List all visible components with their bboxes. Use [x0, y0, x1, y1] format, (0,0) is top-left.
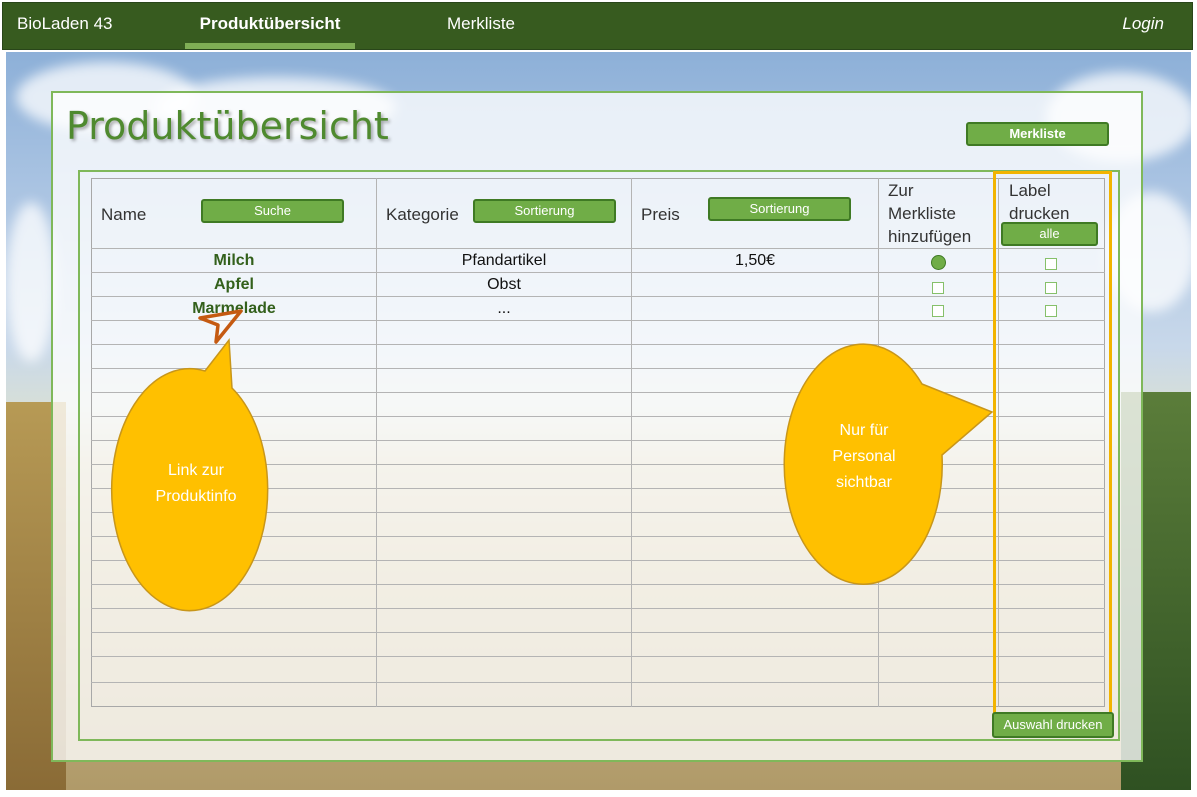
callout-line: Produktinfo	[155, 488, 237, 505]
callout-line: sichtbar	[835, 474, 893, 491]
callout-line: Link zur	[167, 462, 225, 479]
cursor-arrow-icon	[198, 309, 243, 344]
annotation-layer	[110, 309, 994, 612]
callout-line: Personal	[832, 448, 896, 465]
link-callout-text: Link zur Produktinfo	[123, 458, 269, 510]
callout-line: Nur für	[839, 422, 889, 439]
staff-callout-text: Nur für Personal sichtbar	[791, 418, 937, 496]
